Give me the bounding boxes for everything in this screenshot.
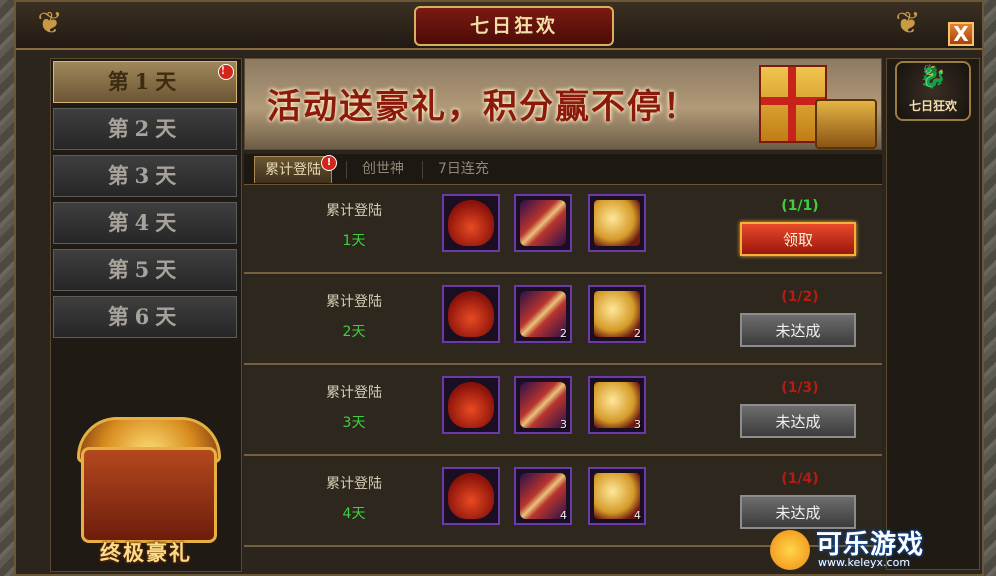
watermark-url: www.keleyx.com bbox=[818, 556, 911, 569]
not-achieved-button[interactable]: 未达成 bbox=[740, 313, 856, 347]
reward-day-count: 3天 bbox=[342, 415, 366, 431]
window-titlebar: ❦ ❦ 七日狂欢 X bbox=[16, 2, 982, 50]
reward-progress: (1/3) bbox=[781, 380, 819, 396]
day-tab-3[interactable]: 第3天 bbox=[53, 155, 237, 197]
window-title: 七日狂欢 bbox=[469, 15, 558, 37]
event-banner: 活动送豪礼，积分赢不停！ bbox=[244, 58, 882, 150]
alert-badge-icon: ! bbox=[218, 64, 234, 80]
day-tab-4[interactable]: 第4天 bbox=[53, 202, 237, 244]
site-watermark: 可乐游戏 www.keleyx.com bbox=[770, 524, 970, 572]
tab-1[interactable]: 累计登陆! bbox=[254, 155, 337, 183]
day-tab-2[interactable]: 第2天 bbox=[53, 108, 237, 150]
tab-3[interactable]: 7日连充 bbox=[428, 156, 499, 182]
tab-label: 创世神 bbox=[362, 161, 404, 177]
reward-progress: (1/4) bbox=[781, 471, 819, 487]
seal-token-icon bbox=[520, 200, 566, 246]
tab-divider bbox=[422, 161, 423, 179]
reward-item-slot[interactable] bbox=[442, 194, 500, 252]
emblem-label: 七日狂欢 bbox=[908, 99, 957, 113]
reward-condition-label: 累计登陆 bbox=[326, 476, 382, 492]
final-reward-label: 终极豪礼 bbox=[100, 540, 192, 565]
reward-row: 累计登陆 2天 2 2 (1/2) 未达成 bbox=[244, 277, 882, 365]
item-count: 4 bbox=[634, 509, 641, 522]
carnival-emblem[interactable]: 🐉 七日狂欢 bbox=[895, 61, 971, 121]
day-tab-label: 第5天 bbox=[107, 257, 183, 282]
treasure-chest-body bbox=[81, 447, 217, 543]
window-title-plate: 七日狂欢 bbox=[414, 6, 614, 46]
gold-chest-icon bbox=[594, 200, 640, 246]
reward-item-slot[interactable]: 4 bbox=[514, 467, 572, 525]
day-tab-6[interactable]: 第6天 bbox=[53, 296, 237, 338]
red-pouch-icon bbox=[448, 473, 494, 519]
reward-item-slot[interactable]: 4 bbox=[588, 467, 646, 525]
reward-condition-label: 累计登陆 bbox=[326, 294, 382, 310]
day-tab-5[interactable]: 第5天 bbox=[53, 249, 237, 291]
seven-day-carnival-window: ❦ ❦ 七日狂欢 X 第6天 第5天 第4天 第3天 第2天 第1天! 终极豪礼 活动送豪… bbox=[14, 0, 984, 576]
reward-row: 累计登陆 3天 3 3 (1/3) 未达成 bbox=[244, 368, 882, 456]
reward-day-count: 2天 bbox=[342, 324, 366, 340]
reward-item-slot[interactable] bbox=[588, 194, 646, 252]
reward-item-slot[interactable] bbox=[442, 285, 500, 343]
reward-progress: (1/2) bbox=[781, 289, 819, 305]
reward-item-slot[interactable]: 3 bbox=[588, 376, 646, 434]
reward-row: 累计登陆 1天 (1/1) 领取 bbox=[244, 186, 882, 274]
reward-item-slot[interactable] bbox=[442, 467, 500, 525]
item-count: 3 bbox=[634, 418, 641, 431]
tab-2[interactable]: 创世神 bbox=[352, 156, 414, 182]
reward-item-slot[interactable]: 2 bbox=[514, 285, 572, 343]
red-pouch-icon bbox=[448, 200, 494, 246]
day-tab-label: 第1天 bbox=[107, 69, 183, 94]
reward-item-slot[interactable]: 2 bbox=[588, 285, 646, 343]
day-tab-label: 第4天 bbox=[107, 210, 183, 235]
banner-slogan: 活动送豪礼，积分赢不停！ bbox=[267, 87, 699, 127]
reward-list: 累计登陆 1天 (1/1) 领取 累计登陆 2天 2 2 (1/2) 未达成 累计登陆 3天 3 3 (1/… bbox=[244, 186, 882, 570]
day-tab-1[interactable]: 第1天! bbox=[53, 61, 237, 103]
dragon-ornament-icon: ❦ bbox=[895, 6, 921, 41]
day-list: 第6天 第5天 第4天 第3天 第2天 第1天! 终极豪礼 bbox=[50, 58, 242, 572]
item-count: 4 bbox=[560, 509, 567, 522]
item-count: 2 bbox=[560, 327, 567, 340]
reward-day-count: 4天 bbox=[342, 506, 366, 522]
reward-day-count: 1天 bbox=[342, 233, 366, 249]
tab-label: 7日连充 bbox=[438, 161, 489, 177]
reward-condition-label: 累计登陆 bbox=[326, 385, 382, 401]
dragon-emblem-icon: 🐉 bbox=[919, 65, 947, 90]
final-reward-chest[interactable]: 终极豪礼 bbox=[61, 407, 231, 567]
alert-badge-icon: ! bbox=[321, 155, 337, 171]
day-tab-label: 第6天 bbox=[107, 304, 183, 329]
red-pouch-icon bbox=[448, 291, 494, 337]
dragon-ornament-icon: ❦ bbox=[37, 6, 63, 41]
day-tab-label: 第2天 bbox=[107, 116, 183, 141]
reward-condition-label: 累计登陆 bbox=[326, 203, 382, 219]
reward-item-slot[interactable] bbox=[442, 376, 500, 434]
day-tab-label: 第3天 bbox=[107, 163, 183, 188]
red-pouch-icon bbox=[448, 382, 494, 428]
item-count: 3 bbox=[560, 418, 567, 431]
item-count: 2 bbox=[634, 327, 641, 340]
tab-label: 累计登陆 bbox=[265, 162, 321, 178]
tab-bar: 累计登陆! 创世神 7日连充 bbox=[244, 154, 882, 185]
tab-divider bbox=[346, 161, 347, 179]
reward-progress: (1/1) bbox=[781, 198, 819, 214]
treasure-icon bbox=[815, 99, 877, 149]
keleyx-logo-icon bbox=[770, 530, 810, 570]
right-column: 🐉 七日狂欢 bbox=[886, 58, 980, 570]
close-button[interactable]: X bbox=[948, 22, 974, 46]
claim-button[interactable]: 领取 bbox=[740, 222, 856, 256]
reward-item-slot[interactable] bbox=[514, 194, 572, 252]
not-achieved-button[interactable]: 未达成 bbox=[740, 404, 856, 438]
reward-item-slot[interactable]: 3 bbox=[514, 376, 572, 434]
